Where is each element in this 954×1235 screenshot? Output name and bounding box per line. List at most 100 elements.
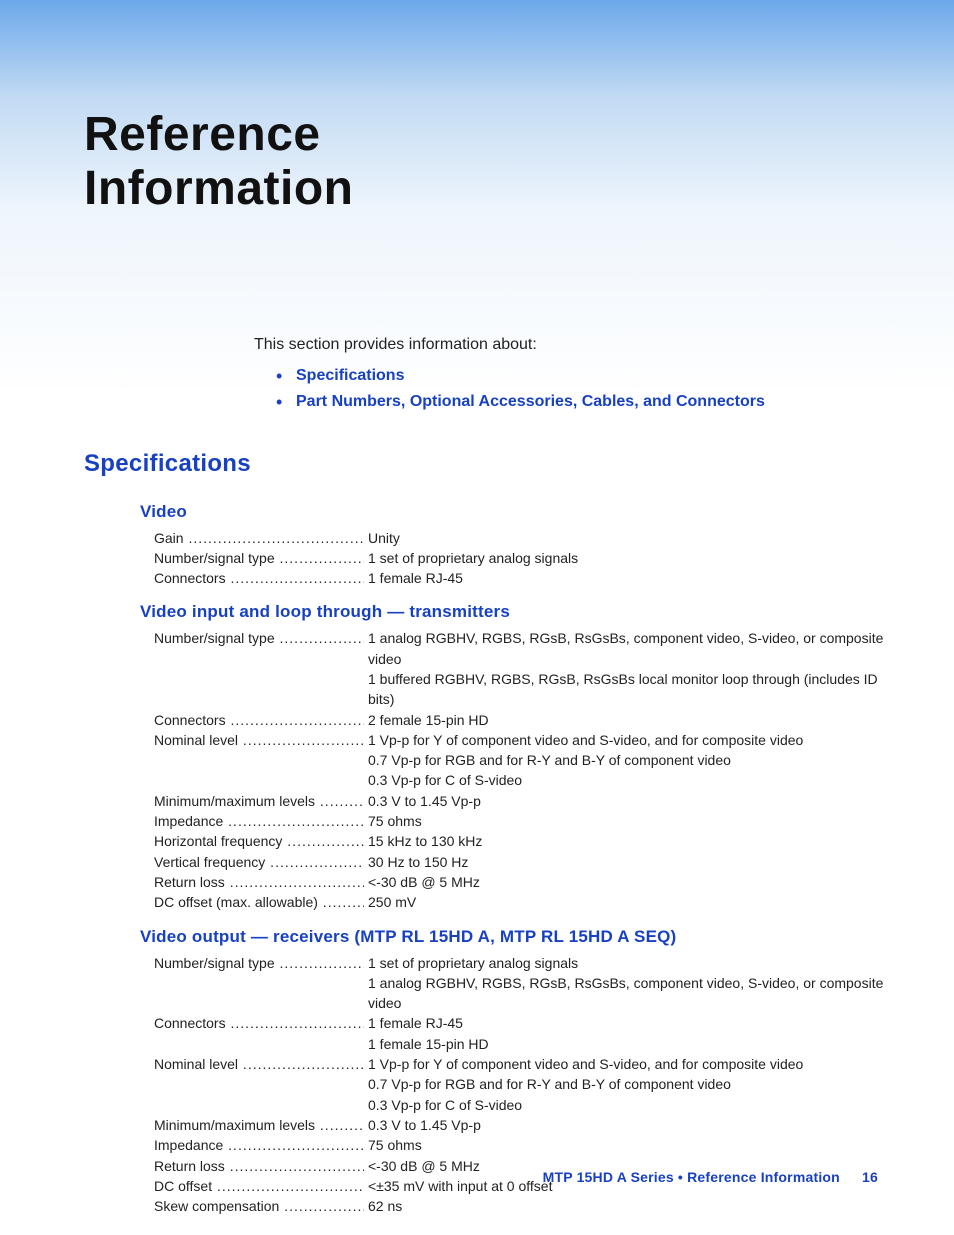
spec-value-line: 1 analog RGBHV, RGBS, RGsB, RsGsBs, comp…	[368, 628, 884, 669]
spec-row: Horizontal frequency15 kHz to 130 kHz	[154, 831, 884, 851]
spec-table: GainUnityNumber/signal type1 set of prop…	[154, 528, 884, 589]
spec-value-line: 2 female 15-pin HD	[368, 710, 884, 730]
spec-row: Minimum/maximum levels0.3 V to 1.45 Vp-p	[154, 1115, 884, 1135]
spec-row: DC offset (max. allowable)250 mV	[154, 892, 884, 912]
spec-label: Number/signal type	[154, 548, 364, 568]
spec-value-line: Unity	[368, 528, 884, 548]
spec-row: Minimum/maximum levels0.3 V to 1.45 Vp-p	[154, 791, 884, 811]
spec-row: Impedance75 ohms	[154, 811, 884, 831]
spec-row: Connectors2 female 15-pin HD	[154, 710, 884, 730]
spec-row: Impedance75 ohms	[154, 1135, 884, 1155]
spec-value-line: 75 ohms	[368, 811, 884, 831]
spec-label: Gain	[154, 528, 364, 548]
spec-value-line: 15 kHz to 130 kHz	[368, 831, 884, 851]
spec-label: Minimum/maximum levels	[154, 791, 364, 811]
spec-value-line: 75 ohms	[368, 1135, 884, 1155]
spec-value-line: 0.3 Vp-p for C of S-video	[368, 1095, 884, 1115]
spec-value-line: 0.7 Vp-p for RGB and for R-Y and B-Y of …	[368, 750, 884, 770]
spec-value: 1 female RJ-451 female 15-pin HD	[364, 1013, 884, 1054]
specifications-block: VideoGainUnityNumber/signal type1 set of…	[140, 502, 884, 1217]
page-title: Reference Information	[0, 0, 954, 216]
intro-link-item: Specifications	[276, 364, 894, 388]
spec-row: Skew compensation62 ns	[154, 1196, 884, 1216]
spec-value-line: 250 mV	[368, 892, 884, 912]
spec-label: Horizontal frequency	[154, 831, 364, 851]
spec-value: 75 ohms	[364, 811, 884, 831]
spec-label: Impedance	[154, 811, 364, 831]
spec-row: Number/signal type1 set of proprietary a…	[154, 548, 884, 568]
spec-value-line: 0.3 V to 1.45 Vp-p	[368, 791, 884, 811]
intro-link-item: Part Numbers, Optional Accessories, Cabl…	[276, 390, 894, 414]
spec-sub-heading: Video input and loop through — transmitt…	[140, 602, 884, 622]
spec-value-line: 1 female RJ-45	[368, 568, 884, 588]
spec-value: Unity	[364, 528, 884, 548]
spec-value-line: 0.7 Vp-p for RGB and for R-Y and B-Y of …	[368, 1074, 884, 1094]
spec-label: Impedance	[154, 1135, 364, 1155]
spec-value-line: 0.3 Vp-p for C of S-video	[368, 770, 884, 790]
spec-value: 15 kHz to 130 kHz	[364, 831, 884, 851]
spec-value: 2 female 15-pin HD	[364, 710, 884, 730]
spec-value-line: 1 Vp-p for Y of component video and S-vi…	[368, 1054, 884, 1074]
spec-value-line: 1 set of proprietary analog signals	[368, 548, 884, 568]
spec-row: Vertical frequency30 Hz to 150 Hz	[154, 852, 884, 872]
spec-value-line: 1 Vp-p for Y of component video and S-vi…	[368, 730, 884, 750]
page-number: 16	[862, 1169, 878, 1185]
spec-value: 30 Hz to 150 Hz	[364, 852, 884, 872]
spec-row: Return loss<-30 dB @ 5 MHz	[154, 872, 884, 892]
spec-label: Return loss	[154, 872, 364, 892]
link-part-numbers[interactable]: Part Numbers, Optional Accessories, Cabl…	[296, 393, 765, 410]
spec-row: Number/signal type1 analog RGBHV, RGBS, …	[154, 628, 884, 709]
spec-label: Connectors	[154, 710, 364, 730]
spec-value-line: 1 buffered RGBHV, RGBS, RGsB, RsGsBs loc…	[368, 669, 884, 710]
spec-label: Number/signal type	[154, 628, 364, 648]
spec-label: Number/signal type	[154, 953, 364, 973]
spec-value-line: 0.3 V to 1.45 Vp-p	[368, 1115, 884, 1135]
spec-label: Nominal level	[154, 1054, 364, 1074]
spec-row: Number/signal type1 set of proprietary a…	[154, 953, 884, 1014]
spec-value: 0.3 V to 1.45 Vp-p	[364, 1115, 884, 1135]
spec-sub-heading: Video output — receivers (MTP RL 15HD A,…	[140, 927, 884, 947]
spec-value: 1 set of proprietary analog signals	[364, 548, 884, 568]
spec-value-line: 1 female 15-pin HD	[368, 1034, 884, 1054]
spec-row: Nominal level1 Vp-p for Y of component v…	[154, 730, 884, 791]
spec-value-line: 30 Hz to 150 Hz	[368, 852, 884, 872]
spec-value: 1 female RJ-45	[364, 568, 884, 588]
intro-text: This section provides information about:	[254, 336, 894, 354]
footer-text: MTP 15HD A Series • Reference Informatio…	[543, 1169, 840, 1185]
spec-label: Minimum/maximum levels	[154, 1115, 364, 1135]
link-specifications[interactable]: Specifications	[296, 367, 404, 384]
spec-sub-heading: Video	[140, 502, 884, 522]
intro-block: This section provides information about:…	[254, 336, 894, 414]
spec-label: Return loss	[154, 1156, 364, 1176]
section-heading-specifications: Specifications	[84, 450, 954, 478]
spec-value: 62 ns	[364, 1196, 884, 1216]
spec-label: Vertical frequency	[154, 852, 364, 872]
spec-value-line: 62 ns	[368, 1196, 884, 1216]
spec-value-line: 1 female RJ-45	[368, 1013, 884, 1033]
spec-value-line: <-30 dB @ 5 MHz	[368, 872, 884, 892]
spec-label: Skew compensation	[154, 1196, 364, 1216]
spec-label: DC offset	[154, 1176, 364, 1196]
title-line-1: Reference	[84, 108, 321, 161]
spec-row: GainUnity	[154, 528, 884, 548]
spec-label: Connectors	[154, 568, 364, 588]
spec-value: 1 Vp-p for Y of component video and S-vi…	[364, 730, 884, 791]
spec-label: Nominal level	[154, 730, 364, 750]
spec-row: Connectors1 female RJ-451 female 15-pin …	[154, 1013, 884, 1054]
spec-label: DC offset (max. allowable)	[154, 892, 364, 912]
spec-value: 1 analog RGBHV, RGBS, RGsB, RsGsBs, comp…	[364, 628, 884, 709]
spec-value: <-30 dB @ 5 MHz	[364, 872, 884, 892]
spec-table: Number/signal type1 analog RGBHV, RGBS, …	[154, 628, 884, 912]
spec-value: 1 Vp-p for Y of component video and S-vi…	[364, 1054, 884, 1115]
page-footer: MTP 15HD A Series • Reference Informatio…	[543, 1169, 878, 1185]
spec-value: 250 mV	[364, 892, 884, 912]
title-line-2: Information	[84, 162, 353, 215]
spec-value-line: 1 analog RGBHV, RGBS, RGsB, RsGsBs, comp…	[368, 973, 884, 1014]
spec-value: 1 set of proprietary analog signals1 ana…	[364, 953, 884, 1014]
spec-value: 75 ohms	[364, 1135, 884, 1155]
spec-value-line: 1 set of proprietary analog signals	[368, 953, 884, 973]
spec-value: 0.3 V to 1.45 Vp-p	[364, 791, 884, 811]
spec-row: Nominal level1 Vp-p for Y of component v…	[154, 1054, 884, 1115]
spec-label: Connectors	[154, 1013, 364, 1033]
spec-row: Connectors1 female RJ-45	[154, 568, 884, 588]
